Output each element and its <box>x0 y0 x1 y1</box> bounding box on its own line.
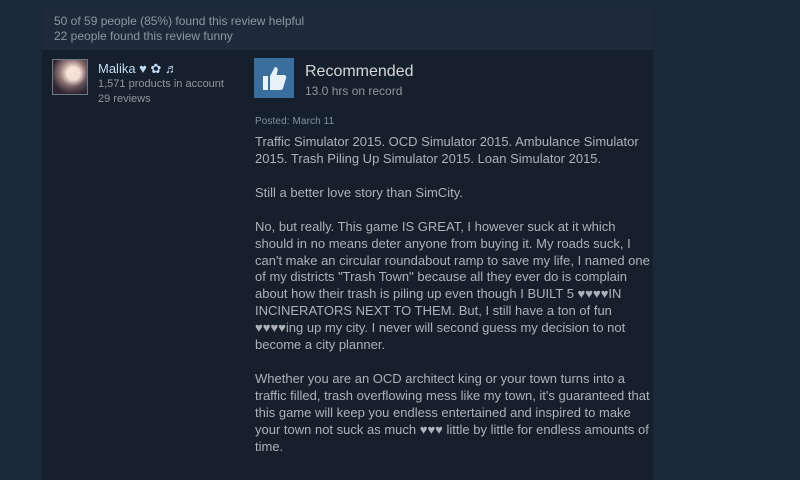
review-page: 50 of 59 people (85%) found this review … <box>0 0 800 480</box>
author-reviews[interactable]: 29 reviews <box>98 93 151 106</box>
helpful-count: 50 of 59 people (85%) found this review … <box>54 14 305 28</box>
avatar-image <box>53 60 87 94</box>
hours-on-record: 13.0 hrs on record <box>305 84 403 98</box>
avatar[interactable] <box>52 59 88 95</box>
author-products[interactable]: 1,571 products in account <box>98 78 224 91</box>
verdict-title[interactable]: Recommended <box>305 62 414 82</box>
review-paragraph: Traffic Simulator 2015. OCD Simulator 20… <box>255 134 639 166</box>
thumbs-up-icon[interactable] <box>254 58 294 98</box>
review-paragraph: Still a better love story than SimCity. <box>255 184 463 200</box>
review-paragraph: No, but really. This game IS GREAT, I ho… <box>255 218 650 353</box>
author-name[interactable]: Malika ♥ ✿ ♬ <box>98 61 178 77</box>
funny-count: 22 people found this review funny <box>54 29 233 43</box>
review-paragraph: Whether you are an OCD architect king or… <box>255 370 650 454</box>
thumbs-up-glyph <box>263 67 287 90</box>
review-body: Traffic Simulator 2015. OCD Simulator 20… <box>255 134 650 473</box>
posted-date: Posted: March 11 <box>255 116 335 127</box>
